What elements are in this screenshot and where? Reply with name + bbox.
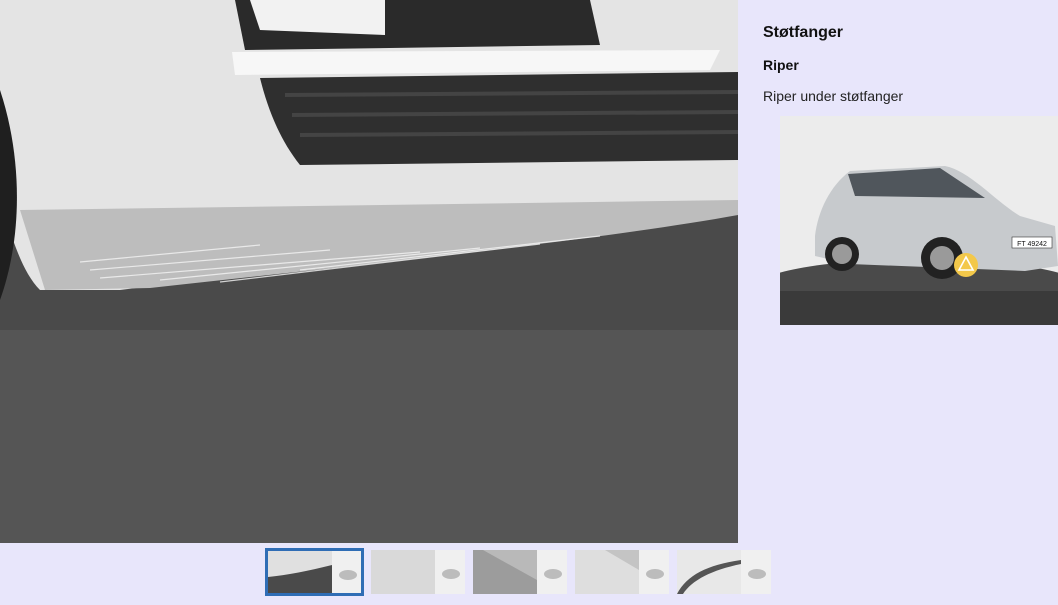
thumbnail-4[interactable] bbox=[575, 550, 669, 594]
damage-description: Riper under støtfanger bbox=[763, 88, 904, 104]
thumbnail-2[interactable] bbox=[371, 550, 465, 594]
damage-type-label: Riper bbox=[763, 57, 799, 73]
thumbnail-5[interactable] bbox=[677, 550, 771, 594]
warning-marker-icon[interactable] bbox=[954, 253, 978, 277]
thumbnail-3[interactable] bbox=[473, 550, 567, 594]
license-plate-text: FT 49242 bbox=[1017, 241, 1047, 248]
damage-info-panel: Støtfanger Riper Riper under støtfanger … bbox=[738, 0, 1058, 543]
damage-location-title: Støtfanger bbox=[763, 24, 843, 41]
damage-photo bbox=[0, 0, 738, 543]
car-overview-image[interactable]: FT 49242 bbox=[780, 116, 1058, 325]
thumbnail-1[interactable] bbox=[265, 548, 364, 596]
